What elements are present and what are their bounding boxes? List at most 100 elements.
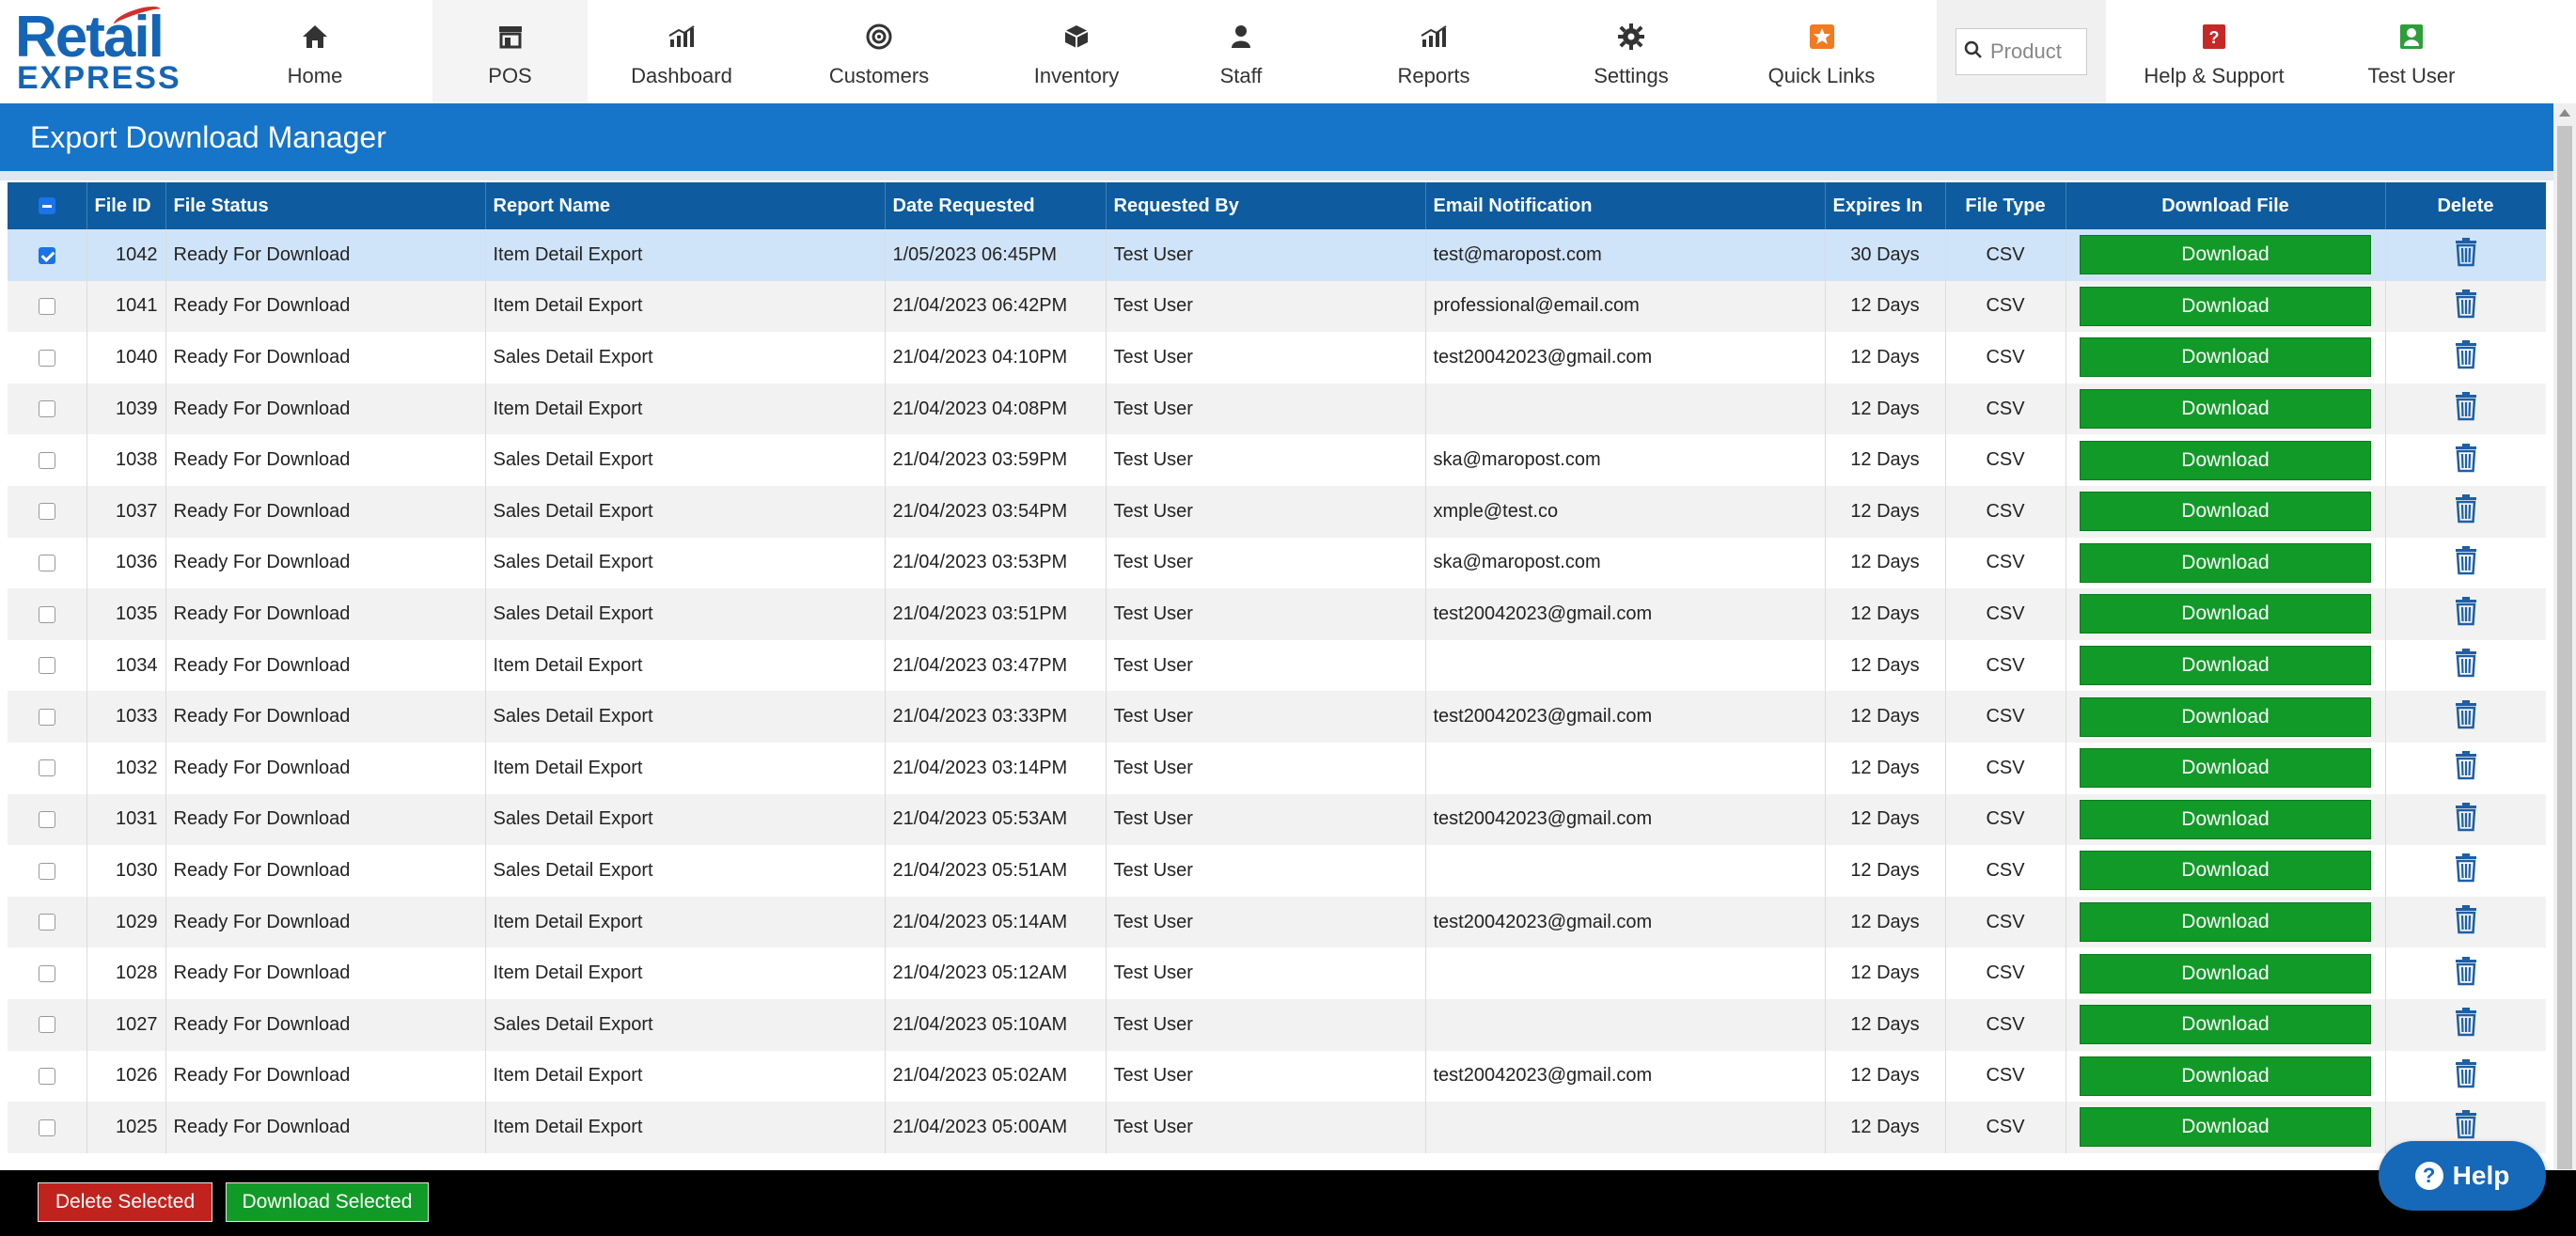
download-button[interactable]: Download <box>2080 1005 2371 1045</box>
nav-settings[interactable]: Settings <box>1556 0 1706 103</box>
delete-selected-button[interactable]: Delete Selected <box>38 1182 212 1222</box>
trash-icon[interactable] <box>2454 237 2478 273</box>
row-checkbox[interactable] <box>38 914 55 931</box>
download-button[interactable]: Download <box>2080 594 2371 634</box>
scrollbar-thumb[interactable] <box>2557 126 2572 1169</box>
trash-icon[interactable] <box>2454 750 2478 786</box>
header-file-type[interactable]: File Type <box>1945 182 2066 229</box>
row-checkbox[interactable] <box>38 1068 55 1086</box>
trash-icon[interactable] <box>2454 339 2478 375</box>
search-box[interactable] <box>1956 28 2087 75</box>
trash-icon[interactable] <box>2454 648 2478 683</box>
trash-icon[interactable] <box>2454 904 2478 940</box>
header-expires-in[interactable]: Expires In <box>1825 182 1946 229</box>
row-checkbox[interactable] <box>38 349 55 367</box>
row-checkbox[interactable] <box>38 657 55 675</box>
header-requested-by[interactable]: Requested By <box>1106 182 1426 229</box>
trash-icon[interactable] <box>2454 443 2478 478</box>
nav-dashboard[interactable]: Dashboard <box>588 0 776 103</box>
nav-customers[interactable]: Customers <box>776 0 982 103</box>
trash-icon[interactable] <box>2454 956 2478 992</box>
row-checkbox[interactable] <box>38 1016 55 1034</box>
table-row[interactable]: 1040 Ready For Download Sales Detail Expor… <box>8 332 2546 383</box>
header-file-id[interactable]: File ID <box>86 182 166 229</box>
trash-icon[interactable] <box>2454 596 2478 632</box>
nav-quick-links[interactable]: Quick Links <box>1706 0 1937 103</box>
retail-express-logo[interactable]: Retail EXPRESS <box>0 0 197 103</box>
download-button[interactable]: Download <box>2080 696 2371 737</box>
row-checkbox[interactable] <box>38 246 55 264</box>
header-report-name[interactable]: Report Name <box>485 182 886 229</box>
nav-help-support[interactable]: ? Help & Support <box>2106 0 2322 103</box>
table-row[interactable]: 1036 Ready For Download Sales Detail Expor… <box>8 537 2546 589</box>
download-button[interactable]: Download <box>2080 235 2371 275</box>
nav-pos[interactable]: POS <box>432 0 588 103</box>
download-selected-button[interactable]: Download Selected <box>226 1182 429 1222</box>
table-row[interactable]: 1032 Ready For Download Item Detail Export… <box>8 742 2546 794</box>
nav-inventory[interactable]: Inventory <box>982 0 1170 103</box>
download-button[interactable]: Download <box>2080 440 2371 480</box>
trash-icon[interactable] <box>2454 699 2478 735</box>
row-checkbox[interactable] <box>38 1119 55 1136</box>
nav-staff[interactable]: Staff <box>1170 0 1312 103</box>
row-checkbox[interactable] <box>38 503 55 521</box>
select-all-checkbox[interactable] <box>38 197 55 215</box>
table-row[interactable]: 1033 Ready For Download Sales Detail Expor… <box>8 691 2546 743</box>
trash-icon[interactable] <box>2454 1109 2478 1145</box>
row-checkbox[interactable] <box>38 811 55 829</box>
download-button[interactable]: Download <box>2080 542 2371 583</box>
row-checkbox[interactable] <box>38 555 55 572</box>
trash-icon[interactable] <box>2454 1007 2478 1042</box>
download-button[interactable]: Download <box>2080 492 2371 532</box>
nav-reports[interactable]: Reports <box>1312 0 1556 103</box>
trash-icon[interactable] <box>2454 1058 2478 1094</box>
vertical-scrollbar[interactable] <box>2553 103 2576 1170</box>
header-date-requested[interactable]: Date Requested <box>885 182 1107 229</box>
help-widget-button[interactable]: ? Help <box>2379 1141 2546 1211</box>
table-row[interactable]: 1037 Ready For Download Sales Detail Expor… <box>8 485 2546 538</box>
download-button[interactable]: Download <box>2080 1056 2371 1096</box>
download-button[interactable]: Download <box>2080 646 2371 686</box>
table-row[interactable]: 1042 Ready For Download Item Detail Export… <box>8 229 2546 281</box>
download-button[interactable]: Download <box>2080 286 2371 326</box>
download-button[interactable]: Download <box>2080 748 2371 789</box>
download-button[interactable]: Download <box>2080 799 2371 839</box>
table-row[interactable]: 1027 Ready For Download Sales Detail Expor… <box>8 998 2546 1051</box>
table-row[interactable]: 1041 Ready For Download Item Detail Export… <box>8 280 2546 333</box>
download-button[interactable]: Download <box>2080 1107 2371 1148</box>
table-row[interactable]: 1034 Ready For Download Item Detail Export… <box>8 639 2546 692</box>
trash-icon[interactable] <box>2454 853 2478 888</box>
table-row[interactable]: 1030 Ready For Download Sales Detail Expor… <box>8 845 2546 897</box>
row-checkbox[interactable] <box>38 298 55 316</box>
table-row[interactable]: 1029 Ready For Download Item Detail Export… <box>8 896 2546 948</box>
row-checkbox[interactable] <box>38 605 55 623</box>
search-input[interactable] <box>1990 39 2084 64</box>
trash-icon[interactable] <box>2454 493 2478 529</box>
table-row[interactable]: 1025 Ready For Download Item Detail Export… <box>8 1102 2546 1153</box>
row-checkbox[interactable] <box>38 862 55 880</box>
row-checkbox[interactable] <box>38 400 55 418</box>
trash-icon[interactable] <box>2454 289 2478 324</box>
nav-home[interactable]: Home <box>197 0 432 103</box>
download-button[interactable]: Download <box>2080 953 2371 993</box>
row-checkbox[interactable] <box>38 964 55 982</box>
header-email-notification[interactable]: Email Notification <box>1425 182 1826 229</box>
table-row[interactable]: 1035 Ready For Download Sales Detail Expor… <box>8 588 2546 640</box>
download-button[interactable]: Download <box>2080 337 2371 378</box>
download-button[interactable]: Download <box>2080 389 2371 430</box>
header-file-status[interactable]: File Status <box>165 182 486 229</box>
table-row[interactable]: 1031 Ready For Download Sales Detail Expor… <box>8 793 2546 846</box>
table-row[interactable]: 1038 Ready For Download Sales Detail Expor… <box>8 434 2546 486</box>
scroll-up-arrow-icon[interactable] <box>2559 109 2570 117</box>
trash-icon[interactable] <box>2454 391 2478 427</box>
row-checkbox[interactable] <box>38 451 55 469</box>
row-checkbox[interactable] <box>38 708 55 726</box>
table-row[interactable]: 1026 Ready For Download Item Detail Export… <box>8 1050 2546 1103</box>
nav-user[interactable]: Test User <box>2322 0 2501 103</box>
row-checkbox[interactable] <box>38 759 55 777</box>
trash-icon[interactable] <box>2454 802 2478 837</box>
table-row[interactable]: 1028 Ready For Download Item Detail Export… <box>8 947 2546 999</box>
table-row[interactable]: 1039 Ready For Download Item Detail Export… <box>8 383 2546 435</box>
download-button[interactable]: Download <box>2080 851 2371 891</box>
download-button[interactable]: Download <box>2080 902 2371 943</box>
